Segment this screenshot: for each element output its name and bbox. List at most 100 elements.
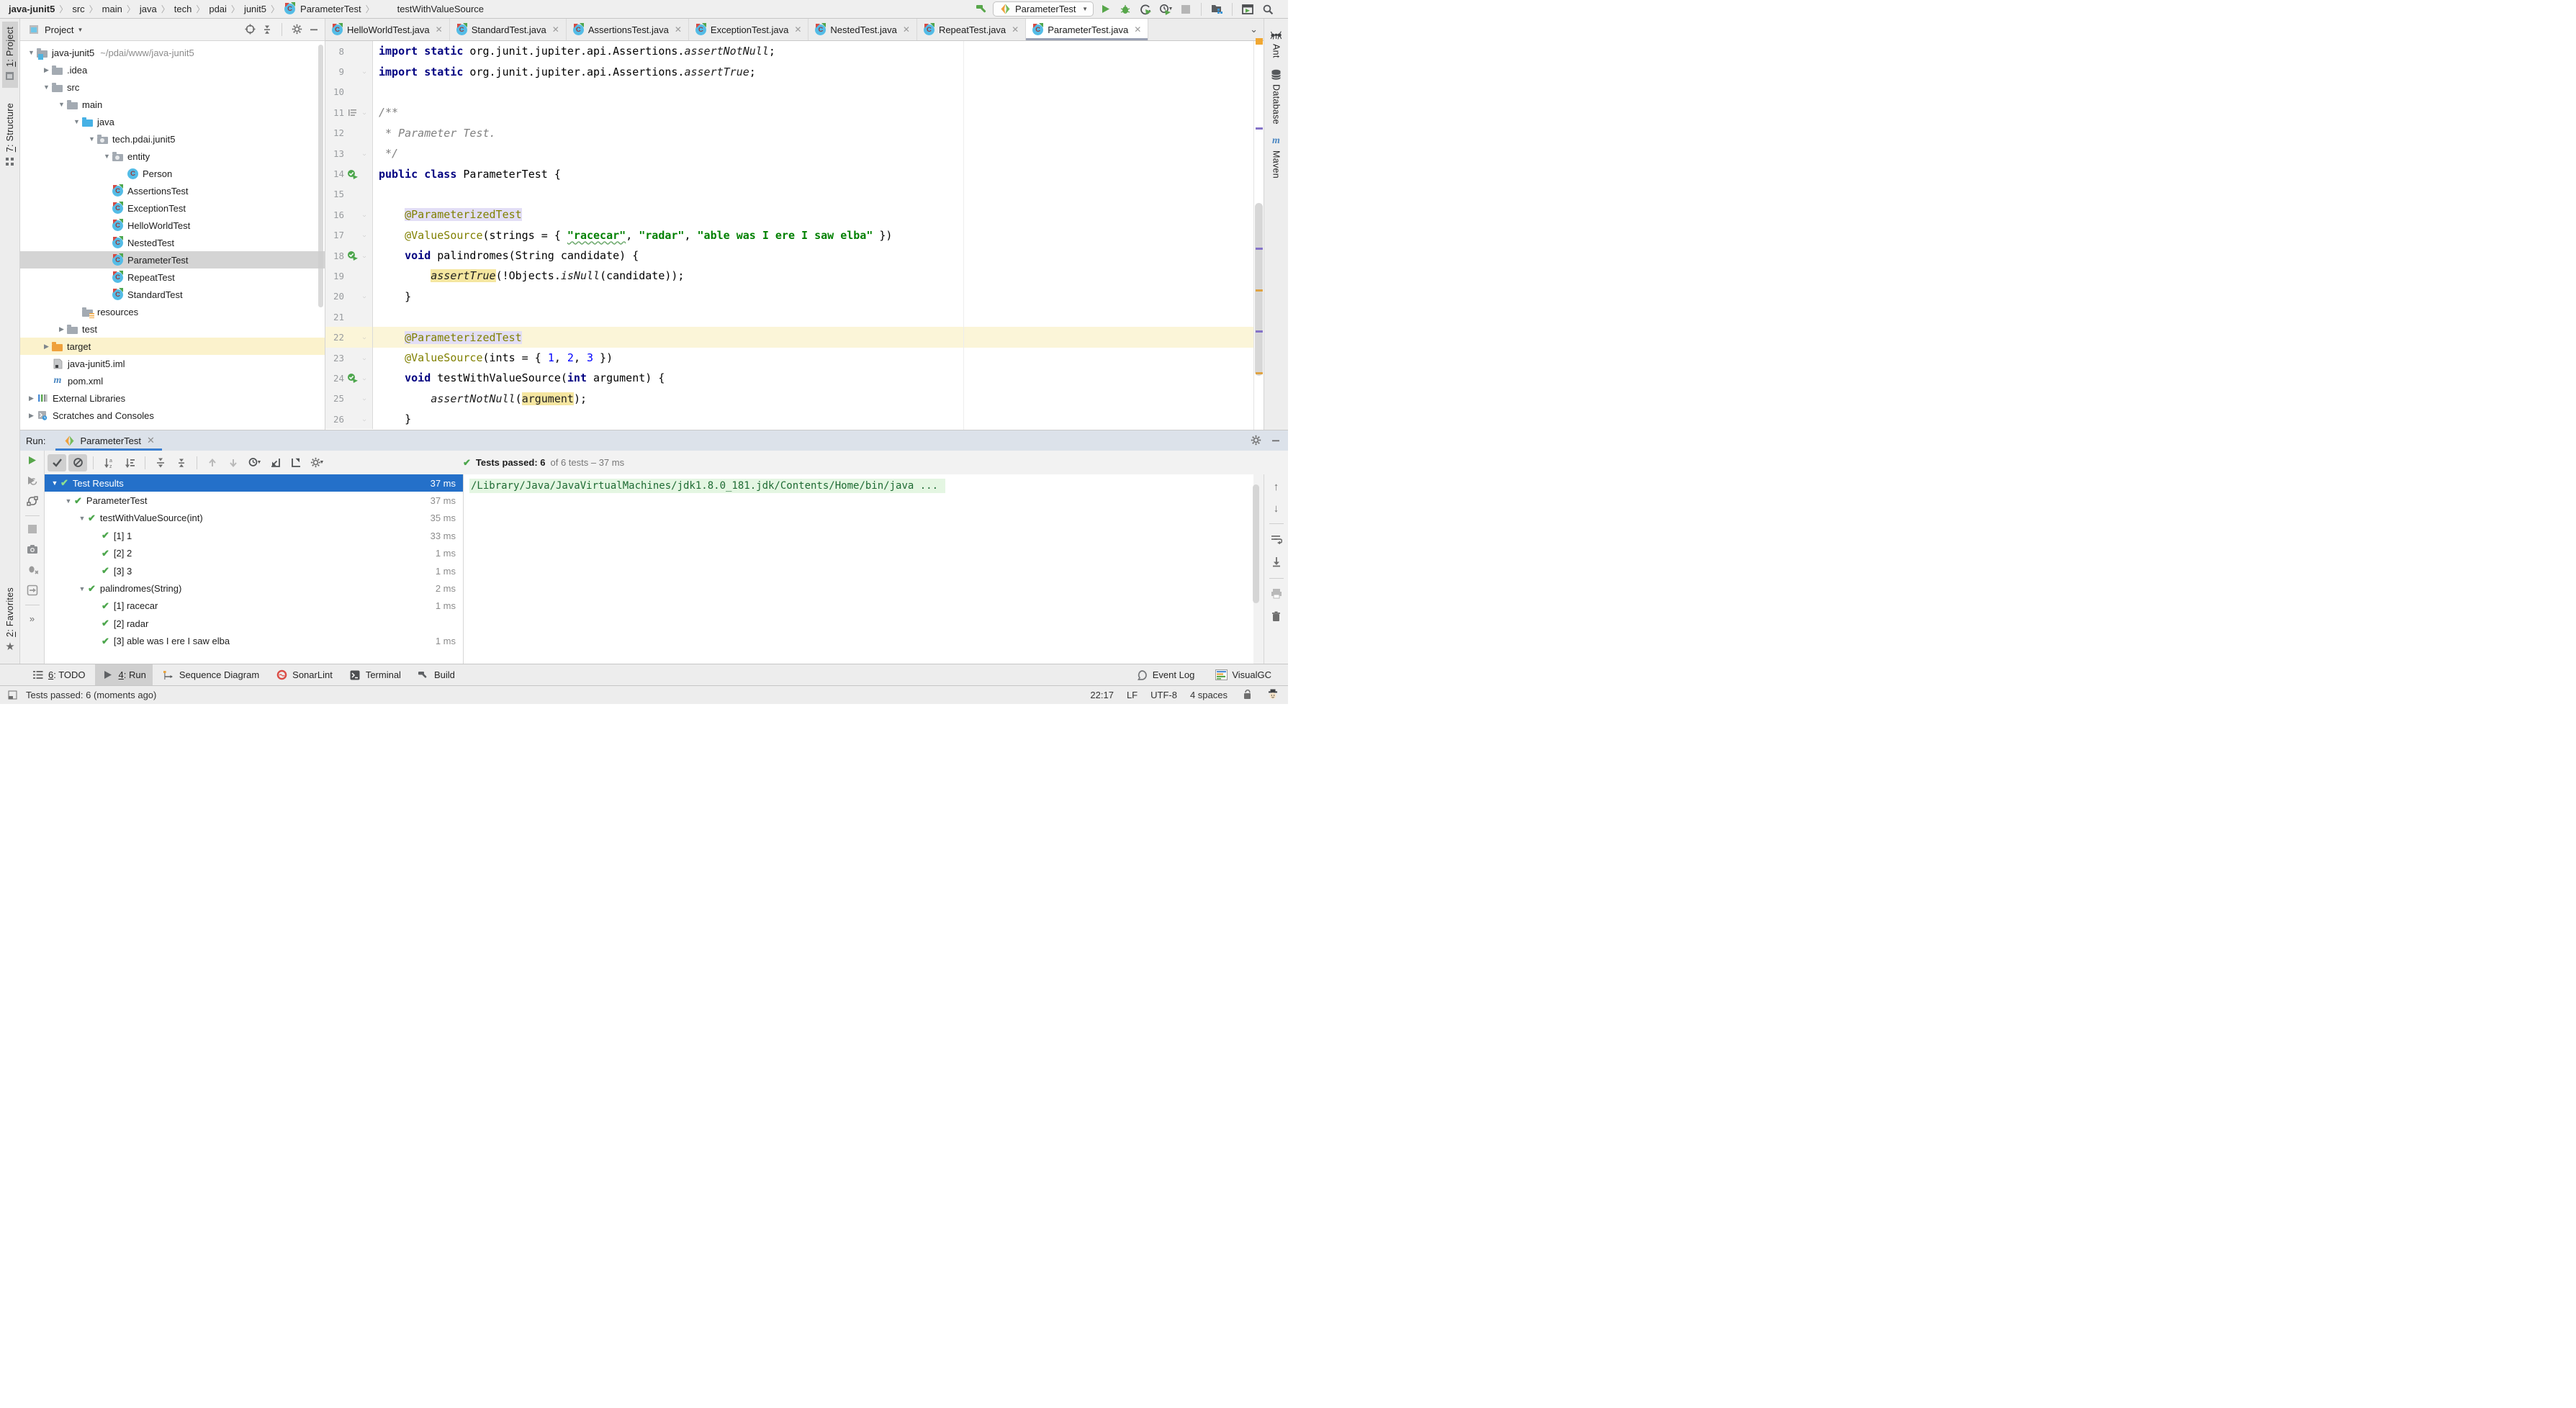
hector-button[interactable] (1266, 688, 1279, 703)
editor-line-19[interactable]: 19 assertTrue(!Objects.isNull(candidate)… (325, 266, 1264, 286)
debug-button[interactable] (1117, 1, 1134, 17)
print-button[interactable] (1270, 587, 1283, 602)
tree-item-entity[interactable]: ▼entity (20, 148, 325, 165)
code-editor[interactable]: 8import static org.junit.jupiter.api.Ass… (325, 41, 1264, 430)
prev-button[interactable] (203, 454, 222, 471)
editor-line-16[interactable]: 16⌵ @ParameterizedTest (325, 204, 1264, 225)
editor-tab-assertionstest[interactable]: CAssertionsTest.java✕ (567, 19, 689, 40)
scroll-end-button[interactable] (1270, 555, 1283, 569)
tree-expand-arrow[interactable]: ▶ (41, 343, 52, 351)
fold-marker[interactable]: ⌵ (360, 293, 369, 299)
breadcrumb-item[interactable]: main (101, 4, 124, 14)
collapse-all-button[interactable] (261, 23, 274, 37)
search-everywhere-button[interactable] (1259, 1, 1276, 17)
stop-button[interactable] (1177, 1, 1194, 17)
fold-marker[interactable]: ⌵ (360, 109, 369, 116)
sort-duration-button[interactable] (120, 454, 139, 471)
export-button[interactable] (287, 454, 305, 471)
tree-expand-arrow[interactable]: ▼ (49, 479, 60, 487)
import-results-button[interactable] (266, 454, 284, 471)
up-button[interactable]: ↑ (1270, 480, 1283, 493)
toolwindow-button-todo[interactable]: 6: TODO (24, 664, 92, 686)
close-icon[interactable]: ✕ (552, 24, 559, 35)
unlock-button[interactable] (1240, 688, 1253, 703)
tab-list-chevron[interactable]: ⌄ (1244, 19, 1264, 40)
project-panel-title[interactable]: Project (45, 24, 73, 35)
next-button[interactable] (224, 454, 243, 471)
tree-item-helloworldtest[interactable]: CHelloWorldTest (20, 217, 325, 234)
tree-item-parametertest[interactable]: CParameterTest (20, 251, 325, 268)
editor-line-18[interactable]: 18⌵ void palindromes(String candidate) { (325, 245, 1264, 266)
editor-line-11[interactable]: 11⌵/** (325, 102, 1264, 122)
tree-item-java[interactable]: ▼java (20, 113, 325, 130)
tree-expand-arrow[interactable]: ▼ (86, 135, 97, 143)
status-line-separator[interactable]: LF (1127, 690, 1138, 700)
close-icon[interactable]: ✕ (436, 24, 443, 35)
tree-expand-arrow[interactable]: ▼ (26, 49, 37, 56)
editor-line-15[interactable]: 15 (325, 184, 1264, 204)
error-stripe-warning-mark[interactable] (1256, 38, 1263, 45)
editor-line-13[interactable]: 13⌵ */ (325, 143, 1264, 163)
test-row--2-2[interactable]: ✔[2] 21 ms (45, 545, 463, 562)
editor-tab-nestedtest[interactable]: CNestedTest.java✕ (809, 19, 917, 40)
profiler-button[interactable]: ▼ (1157, 1, 1174, 17)
breadcrumb-tail[interactable]: testWithValueSource (396, 4, 485, 14)
run-play-button[interactable] (26, 453, 39, 468)
build-hammer-button[interactable] (973, 1, 990, 17)
fold-marker[interactable]: ⌵ (360, 150, 369, 157)
camera-button[interactable] (26, 543, 39, 556)
editor-line-24[interactable]: 24⌵ void testWithValueSource(int argumen… (325, 368, 1264, 388)
tree-expand-arrow[interactable]: ▼ (41, 84, 52, 91)
restore-layout-button[interactable] (26, 584, 39, 598)
locate-button[interactable] (243, 22, 256, 37)
collapse-all-button[interactable] (172, 454, 191, 471)
tree-item-main[interactable]: ▼main (20, 96, 325, 113)
editor-tab-repeattest[interactable]: CRepeatTest.java✕ (917, 19, 1026, 40)
toolwindow-button-visualgc[interactable]: VisualGC (1208, 664, 1278, 686)
auto-test-button[interactable] (26, 495, 39, 509)
tree-expand-arrow[interactable]: ▼ (71, 118, 82, 125)
tree-expand-arrow[interactable]: ▶ (26, 394, 37, 402)
editor-line-14[interactable]: 14public class ParameterTest { (325, 163, 1264, 184)
tree-item-repeattest[interactable]: CRepeatTest (20, 268, 325, 286)
test-row--1-racecar[interactable]: ✔[1] racecar1 ms (45, 597, 463, 615)
project-structure-button[interactable] (1208, 1, 1225, 17)
gear-button[interactable] (1249, 433, 1262, 448)
project-tree-scrollbar[interactable] (318, 45, 323, 307)
tree-item-assertionstest[interactable]: CAssertionsTest (20, 182, 325, 199)
pass-filter-button[interactable] (48, 454, 66, 471)
expand-all-button[interactable] (151, 454, 170, 471)
gear-button[interactable] (290, 22, 303, 37)
toolwindow-button-run[interactable]: 4: Run (95, 664, 153, 686)
editor-line-17[interactable]: 17⌵ @ValueSource(strings = { "racecar", … (325, 225, 1264, 245)
run-config-select[interactable]: ParameterTest ▼ (993, 1, 1094, 17)
run-button[interactable] (1096, 1, 1114, 17)
breadcrumb-item[interactable]: tech (173, 4, 194, 14)
editor-line-10[interactable]: 10 (325, 82, 1264, 102)
editor-line-23[interactable]: 23⌵ @ValueSource(ints = { 1, 2, 3 }) (325, 348, 1264, 368)
tree-item-person[interactable]: CPerson (20, 165, 325, 182)
tree-item-standardtest[interactable]: CStandardTest (20, 286, 325, 303)
breadcrumb-item[interactable]: pdai (207, 4, 228, 14)
trash-button[interactable] (1270, 610, 1283, 624)
sidebar-item-ant[interactable]: Ant (1269, 23, 1284, 63)
fold-marker[interactable]: ⌵ (360, 253, 369, 259)
editor-tab-standardtest[interactable]: CStandardTest.java✕ (450, 19, 567, 40)
run-gutter-icon[interactable] (346, 168, 359, 181)
ignore-filter-button[interactable] (68, 454, 87, 471)
fold-marker[interactable]: ⌵ (360, 355, 369, 361)
editor-line-21[interactable]: 21 (325, 307, 1264, 327)
soft-wrap-button[interactable] (1270, 533, 1283, 546)
sidebar-item-project[interactable]: 1: Project (2, 22, 18, 88)
breadcrumb-item[interactable]: ParameterTest (299, 4, 363, 14)
test-row-parametertest[interactable]: ▼✔ParameterTest37 ms (45, 492, 463, 509)
editor-tab-exceptiontest[interactable]: CExceptionTest.java✕ (689, 19, 809, 40)
close-icon[interactable]: ✕ (1012, 24, 1019, 35)
test-row--1-1[interactable]: ✔[1] 133 ms (45, 527, 463, 544)
tree-item-pom-xml[interactable]: mpom.xml (20, 372, 325, 389)
sidebar-item-structure[interactable]: 7: Structure (2, 98, 18, 173)
toolwindow-button-sonarlint[interactable]: SonarLint (269, 664, 339, 686)
tree-item-external-libraries[interactable]: ▶External Libraries (20, 389, 325, 407)
toolwindow-button-build[interactable]: Build (410, 664, 461, 686)
close-icon[interactable]: ✕ (147, 435, 155, 446)
